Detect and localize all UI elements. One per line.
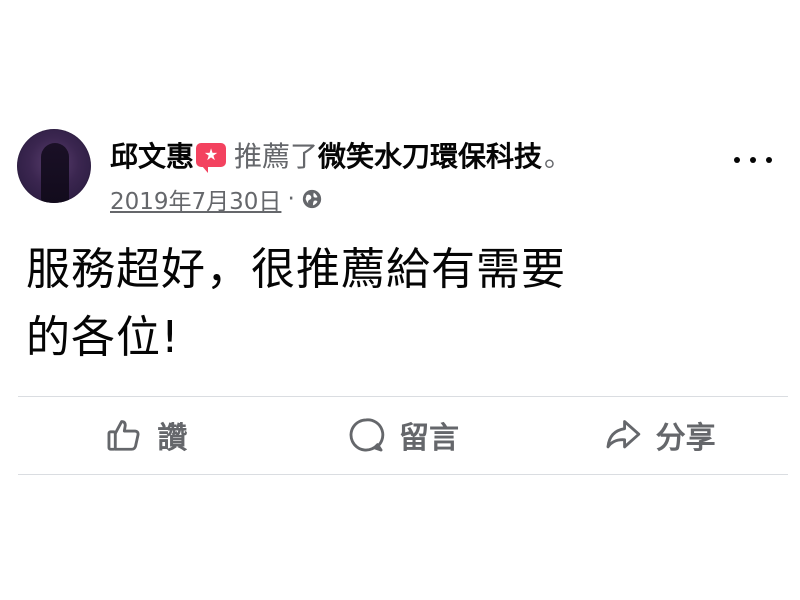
post-body-line: 的各位! (26, 312, 180, 363)
share-button[interactable]: 分享 (531, 397, 788, 473)
divider (18, 474, 788, 475)
like-label: 讚 (157, 421, 188, 456)
comment-button[interactable]: 留言 (275, 397, 532, 473)
author-name[interactable]: 邱文惠 (110, 135, 194, 175)
post-body-line: 服務超好，很推薦給有需要 (26, 244, 566, 295)
share-arrow-icon (606, 420, 640, 449)
more-options-button[interactable] (730, 145, 776, 175)
share-label: 分享 (655, 421, 716, 456)
avatar[interactable] (17, 129, 91, 203)
comment-bubble-icon (349, 418, 385, 452)
globe-icon[interactable] (301, 188, 323, 210)
like-button[interactable]: 讚 (18, 397, 275, 473)
action-bar: 讚 留言 分享 (18, 397, 788, 473)
recommendation-post: 邱文惠 ★ 推薦了 微笑水刀環保科技 。 2019年7月30日 · 服務超好，很… (0, 0, 800, 600)
recommend-verb: 推薦了 (234, 140, 319, 173)
post-date[interactable]: 2019年7月30日 (110, 182, 281, 216)
post-meta: 2019年7月30日 · (110, 182, 323, 216)
recommend-star-icon: ★ (196, 143, 227, 173)
header-punctuation: 。 (544, 140, 573, 173)
meta-separator: · (287, 186, 295, 212)
post-body: 服務超好，很推薦給有需要 的各位! (26, 236, 746, 372)
more-options-dot (750, 157, 756, 163)
comment-label: 留言 (399, 421, 459, 456)
post-header: 邱文惠 ★ 推薦了 微笑水刀環保科技 。 (110, 135, 572, 175)
more-options-icon (734, 157, 740, 163)
avatar-figure (41, 143, 69, 203)
thumbs-up-icon (107, 420, 140, 451)
more-options-dot (766, 157, 772, 163)
page-name[interactable]: 微笑水刀環保科技 (318, 135, 542, 175)
